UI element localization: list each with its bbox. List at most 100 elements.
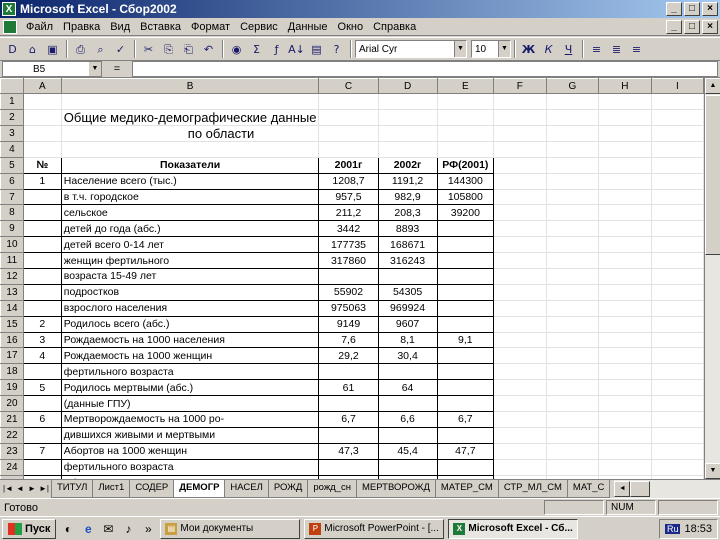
cell-a[interactable] — [22, 283, 62, 301]
cell-b[interactable]: Общие медико-демографические данные — [60, 108, 320, 126]
cell-e[interactable] — [436, 268, 495, 285]
column-header[interactable]: H — [598, 78, 652, 94]
chart-wizard-icon[interactable]: ▤ — [307, 40, 326, 59]
new-file-icon[interactable]: D — [3, 40, 22, 59]
scroll-thumb[interactable] — [630, 481, 651, 497]
cell-b[interactable]: фертильного возраста — [60, 363, 320, 381]
cell-d[interactable] — [377, 268, 438, 285]
autosum-icon[interactable]: Σ — [247, 40, 266, 59]
cut-icon[interactable]: ✂ — [139, 40, 158, 59]
empty-cell[interactable] — [650, 220, 704, 238]
cell-b[interactable]: по области — [60, 124, 320, 142]
empty-cell[interactable] — [598, 140, 652, 158]
sheet-tab[interactable]: ТИТУЛ — [51, 480, 94, 498]
cell-a[interactable] — [22, 124, 62, 142]
empty-cell[interactable] — [598, 442, 652, 460]
row-header[interactable]: 15 — [0, 315, 24, 333]
cell-c[interactable] — [318, 140, 379, 158]
cell-c[interactable]: 29,2 — [318, 347, 379, 365]
bold-button[interactable]: Ж — [519, 40, 538, 59]
align-right-icon[interactable]: ≡ — [627, 40, 646, 59]
cell-e[interactable]: 105800 — [436, 188, 495, 206]
cell-b[interactable]: Показатели — [60, 156, 320, 174]
empty-cell[interactable] — [598, 283, 652, 301]
empty-cell[interactable] — [493, 395, 547, 413]
cell-b[interactable]: фертильного возраста — [60, 458, 320, 476]
empty-cell[interactable] — [598, 347, 652, 365]
empty-cell[interactable] — [545, 93, 600, 110]
row-header[interactable]: 11 — [0, 252, 24, 270]
cell-c[interactable]: 957,5 — [318, 188, 379, 206]
cell-b[interactable]: Абортов на 1000 женщин — [60, 442, 320, 460]
cell-d[interactable]: 2002г — [377, 156, 438, 174]
menu-format[interactable]: Формат — [186, 18, 235, 36]
cell-b[interactable]: сельское — [60, 204, 320, 222]
start-button[interactable]: Пуск — [2, 518, 57, 539]
empty-cell[interactable] — [598, 252, 652, 270]
empty-cell[interactable] — [493, 283, 547, 301]
sheet-tab[interactable]: НАСЕЛ — [224, 480, 269, 498]
chevron-down-icon[interactable]: ▼ — [454, 41, 466, 57]
cell-a[interactable] — [22, 188, 62, 206]
empty-cell[interactable] — [493, 379, 547, 397]
cell-e[interactable] — [436, 124, 495, 142]
menu-data[interactable]: Данные — [283, 18, 333, 36]
cell-b[interactable]: женщин фертильного — [60, 252, 320, 270]
excel-app-icon[interactable]: X — [2, 2, 16, 16]
empty-cell[interactable] — [598, 395, 652, 413]
column-header[interactable]: G — [545, 78, 600, 94]
cell-a[interactable] — [22, 140, 62, 158]
empty-cell[interactable] — [493, 458, 547, 476]
empty-cell[interactable] — [493, 172, 547, 190]
empty-cell[interactable] — [545, 268, 600, 285]
cell-d[interactable]: 982,9 — [377, 188, 438, 206]
empty-cell[interactable] — [650, 204, 704, 222]
cell-e[interactable]: 9,1 — [436, 331, 495, 349]
open-folder-icon[interactable]: ⌂ — [23, 40, 42, 59]
cell-e[interactable] — [436, 283, 495, 301]
cell-a[interactable] — [22, 363, 62, 381]
column-header[interactable]: B — [60, 78, 320, 94]
chevron-down-icon[interactable]: ▼ — [89, 62, 101, 76]
empty-cell[interactable] — [598, 363, 652, 381]
empty-cell[interactable] — [545, 220, 600, 238]
cell-a[interactable] — [22, 236, 62, 254]
cell-b[interactable]: Родилось всего (абс.) — [60, 315, 320, 333]
align-center-icon[interactable]: ≣ — [607, 40, 626, 59]
empty-cell[interactable] — [650, 363, 704, 381]
sheet-tab[interactable]: СОДЕР — [129, 480, 175, 498]
cell-b[interactable] — [60, 140, 320, 158]
column-header[interactable]: D — [377, 78, 438, 94]
cell-b[interactable]: Мертворождаемость на 1000 ро- — [60, 411, 320, 428]
empty-cell[interactable] — [598, 268, 652, 285]
cell-a[interactable] — [22, 252, 62, 270]
empty-cell[interactable] — [545, 124, 600, 142]
cell-c[interactable]: 47,3 — [318, 442, 379, 460]
cell-c[interactable] — [318, 108, 379, 126]
empty-cell[interactable] — [650, 283, 704, 301]
empty-cell[interactable] — [493, 411, 547, 428]
empty-cell[interactable] — [598, 220, 652, 238]
empty-cell[interactable] — [650, 252, 704, 270]
cell-b[interactable]: взрослого населения — [60, 299, 320, 317]
menu-file[interactable]: Файл — [21, 18, 58, 36]
column-header[interactable]: I — [650, 78, 704, 94]
empty-cell[interactable] — [598, 172, 652, 190]
empty-cell[interactable] — [598, 458, 652, 476]
cell-c[interactable] — [318, 124, 379, 142]
cell-e[interactable] — [436, 458, 495, 476]
empty-cell[interactable] — [598, 331, 652, 349]
empty-cell[interactable] — [650, 156, 704, 174]
cell-c[interactable]: 2001г — [318, 156, 379, 174]
cell-e[interactable] — [436, 395, 495, 413]
cell-d[interactable] — [377, 363, 438, 381]
empty-cell[interactable] — [598, 108, 652, 126]
column-header[interactable]: A — [22, 78, 62, 94]
cell-d[interactable]: 9607 — [377, 315, 438, 333]
language-indicator[interactable]: Ru — [664, 523, 681, 534]
empty-cell[interactable] — [545, 395, 600, 413]
cell-e[interactable]: 47,7 — [436, 442, 495, 460]
empty-cell[interactable] — [598, 156, 652, 174]
empty-cell[interactable] — [598, 411, 652, 428]
maximize-button[interactable]: □ — [684, 2, 700, 16]
